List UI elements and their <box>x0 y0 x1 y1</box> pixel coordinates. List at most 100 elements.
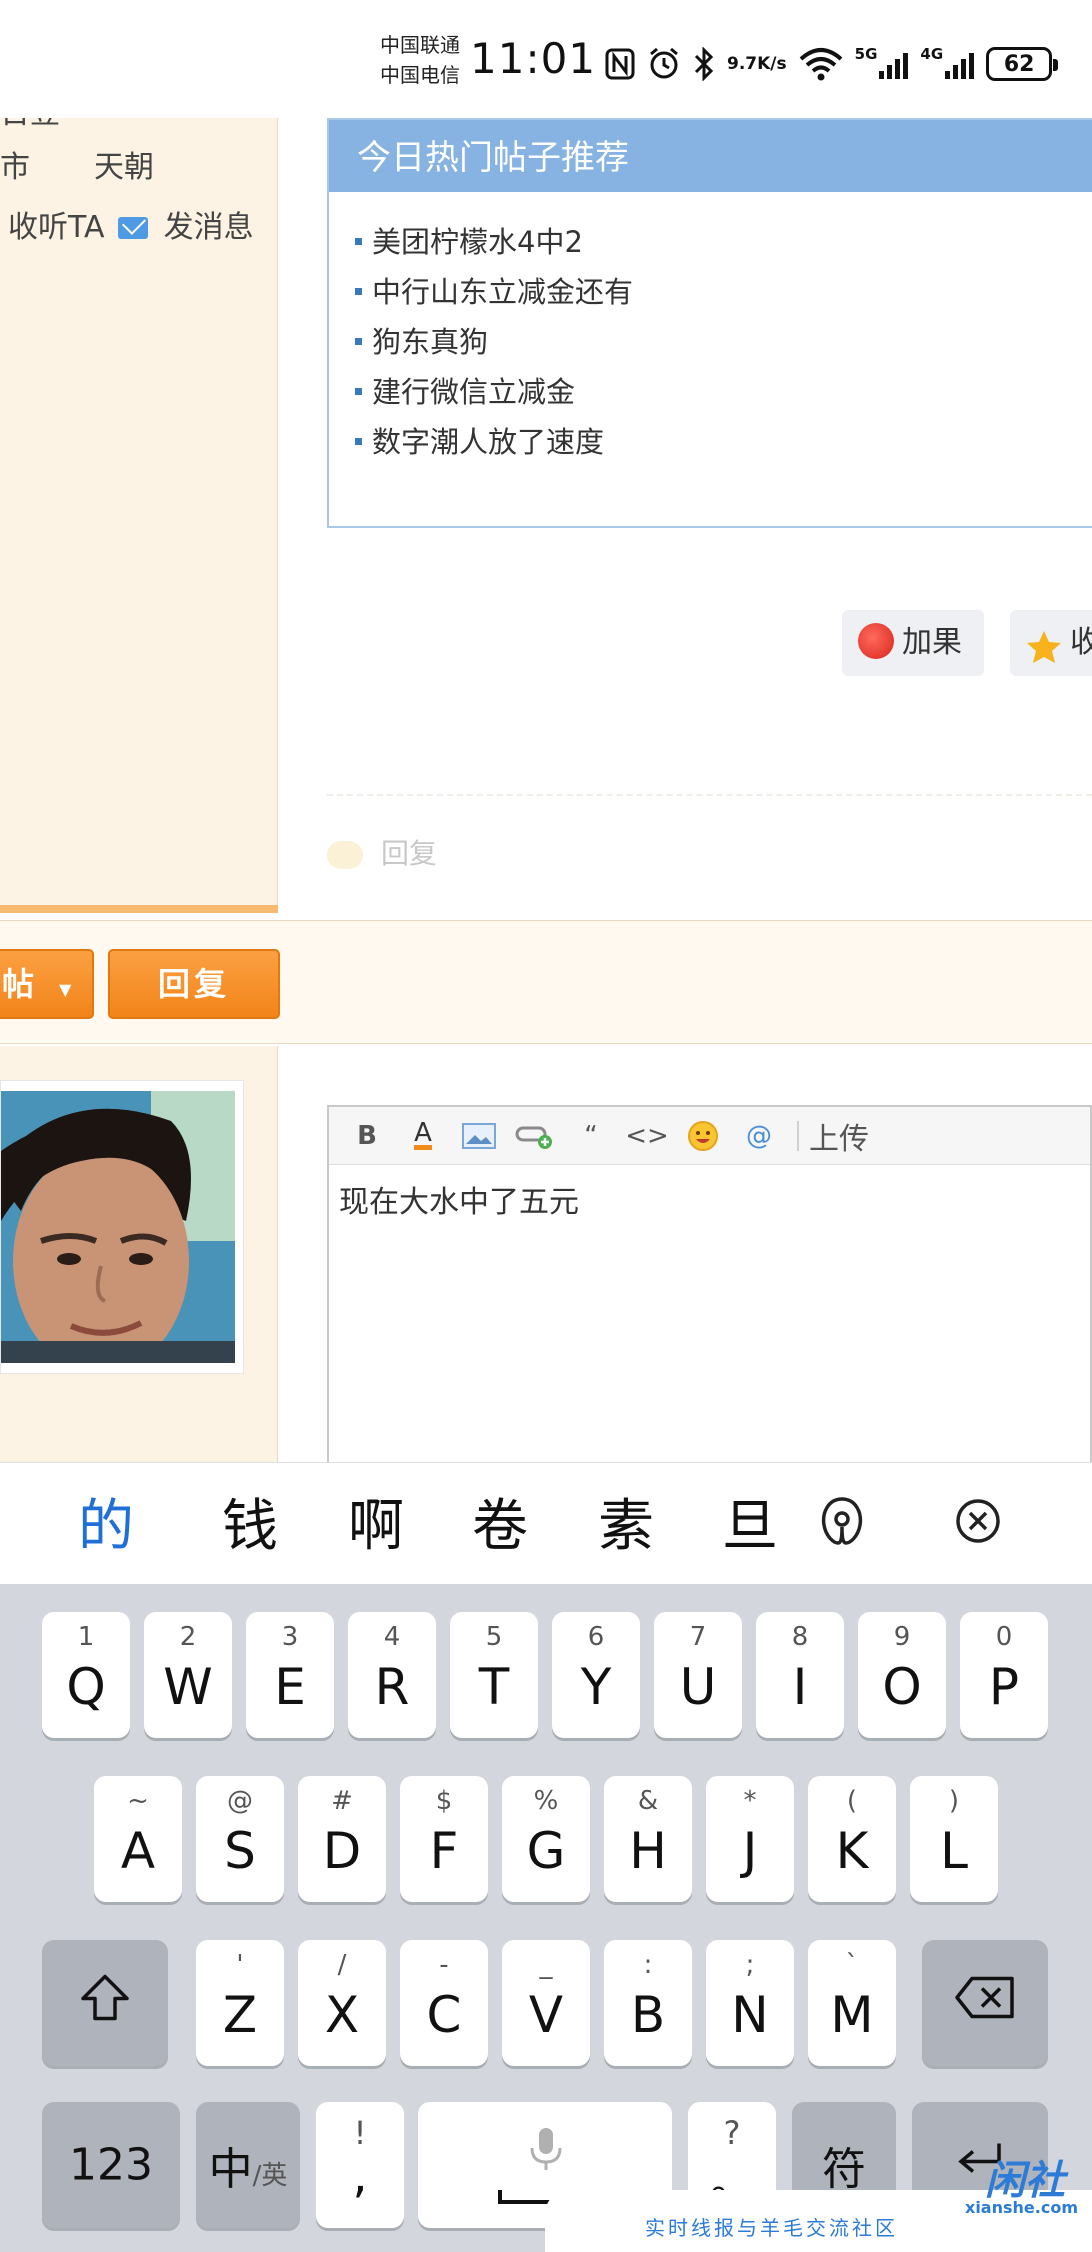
favorite-button[interactable]: 收 <box>1010 610 1092 676</box>
key-main-label: W <box>163 1658 213 1716</box>
candidate-word[interactable]: 钱 <box>222 1481 278 1562</box>
key-v[interactable]: _ V <box>502 1940 590 2066</box>
profile-actions: 收听TA 发消息 <box>8 202 254 246</box>
net-speed-value: 9.7 <box>727 53 758 74</box>
key-sub-label: 1 <box>77 1622 95 1652</box>
hot-post-item[interactable]: 建行微信立减金 <box>355 370 1092 420</box>
key-q[interactable]: 1Q <box>42 1612 130 1738</box>
hot-post-item[interactable]: 中行山东立减金还有 <box>355 270 1092 320</box>
quote-icon[interactable]: “ <box>563 1107 619 1165</box>
reply-bubble-icon <box>327 841 363 869</box>
bold-icon[interactable]: B <box>339 1107 395 1165</box>
profile-row1-label: 日豆 <box>0 118 60 131</box>
candidate-word[interactable]: 素 <box>598 1481 654 1562</box>
key-b[interactable]: :B <box>604 1940 692 2066</box>
language-switch-key[interactable]: 中/英 <box>196 2102 300 2228</box>
microphone-icon <box>526 2126 566 2180</box>
symbols-key-label: 符 <box>822 2144 866 2195</box>
key-c[interactable]: -C <box>400 1940 488 2066</box>
favorite-label: 收 <box>1070 625 1092 660</box>
new-post-label: 帖 <box>2 965 39 1003</box>
hot-post-item[interactable]: 美团柠檬水4中2 <box>355 220 1092 270</box>
key-main-label: D <box>322 1822 362 1880</box>
key-sub-label: ~ <box>127 1786 149 1816</box>
key-main-label: F <box>429 1822 459 1880</box>
upload-button[interactable]: 上传 <box>809 1114 869 1158</box>
key-o[interactable]: 9O <box>858 1612 946 1738</box>
backspace-key[interactable] <box>922 1940 1048 2066</box>
key-sub-label: - <box>439 1950 449 1980</box>
handwriting-icon[interactable] <box>814 1493 870 1549</box>
key-x[interactable]: / X <box>298 1940 386 2066</box>
key-u[interactable]: 7U <box>654 1612 742 1738</box>
reply-button[interactable]: 回复 <box>108 949 280 1019</box>
key-d[interactable]: # D <box>298 1776 386 1902</box>
key-w[interactable]: 2W <box>144 1612 232 1738</box>
text-color-icon[interactable]: A <box>395 1107 451 1165</box>
key-sub-label: ' <box>236 1950 244 1980</box>
profile-row1-value: 2023-7-27 <box>94 118 249 123</box>
key-main-label: Z <box>222 1986 258 2044</box>
key-sub-label: * <box>743 1786 757 1816</box>
key-l[interactable]: ) L <box>910 1776 998 1902</box>
key-s[interactable]: @ S <box>196 1776 284 1902</box>
send-message-link[interactable]: 发消息 <box>164 210 254 245</box>
key-h[interactable]: & H <box>604 1776 692 1902</box>
sidebar-divider <box>0 905 278 913</box>
post-action-bar: 帖 ▼ 回复 <box>0 920 1092 1044</box>
add-fruit-button[interactable]: 加果 <box>842 610 984 676</box>
follow-link[interactable]: 收听TA <box>8 210 105 245</box>
key-sub-label: 2 <box>179 1622 197 1652</box>
image-icon[interactable] <box>451 1107 507 1165</box>
key-main-label: O <box>882 1658 922 1716</box>
code-icon[interactable]: <> <box>619 1107 675 1165</box>
reply-link[interactable]: 回复 <box>327 832 437 872</box>
key-g[interactable]: % G <box>502 1776 590 1902</box>
key-t[interactable]: 5T <box>450 1612 538 1738</box>
emoji-icon[interactable] <box>675 1107 731 1165</box>
key-k[interactable]: (K <box>808 1776 896 1902</box>
comma-key[interactable]: ! , <box>316 2102 404 2228</box>
new-post-button[interactable]: 帖 ▼ <box>0 949 94 1019</box>
candidate-word[interactable]: 啊 <box>348 1481 404 1562</box>
numbers-key[interactable]: 123 <box>42 2102 180 2228</box>
net-2-label: 4G <box>920 45 944 63</box>
wifi-icon <box>799 47 843 81</box>
key-m[interactable]: ` M <box>808 1940 896 2066</box>
hot-post-item[interactable]: 数字潮人放了速度 <box>355 420 1092 470</box>
watermark-slogan: 实时线报与羊毛交流社区 <box>645 2216 898 2240</box>
key-n[interactable]: ; N <box>706 1940 794 2066</box>
clock: 11:01 <box>470 34 597 83</box>
reply-textarea[interactable]: 现在大水中了五元 <box>329 1165 1090 1233</box>
candidate-word[interactable]: 旦 <box>722 1481 778 1562</box>
shift-key[interactable] <box>42 1940 168 2066</box>
key-f[interactable]: $ F <box>400 1776 488 1902</box>
carrier-2: 中国电信 <box>380 63 460 87</box>
link-icon[interactable] <box>507 1107 563 1165</box>
key-a[interactable]: ~ A <box>94 1776 182 1902</box>
key-e[interactable]: 3E <box>246 1612 334 1738</box>
reply-editor: B A “ <> @ 上传 现在大水中了五元 <box>327 1105 1092 1462</box>
key-j[interactable]: * J <box>706 1776 794 1902</box>
key-sub-label: 5 <box>485 1622 503 1652</box>
key-sub-label: ( <box>846 1786 858 1816</box>
key-z[interactable]: ' Z <box>196 1940 284 2066</box>
forum-page: 日豆 2023-7-27 市 天朝 收听TA 发消息 今日热门帖子推荐 美团柠檬… <box>0 118 1092 1462</box>
key-i[interactable]: 8I <box>756 1612 844 1738</box>
key-main-label: P <box>988 1658 1020 1716</box>
candidate-word[interactable]: 的 <box>78 1481 134 1562</box>
key-main-label: L <box>940 1822 968 1880</box>
key-main-label: S <box>224 1822 256 1880</box>
hot-post-item[interactable]: 狗东真狗 <box>355 320 1092 370</box>
key-y[interactable]: 6Y <box>552 1612 640 1738</box>
key-r[interactable]: 4R <box>348 1612 436 1738</box>
key-main-label: R <box>374 1658 410 1716</box>
nfc-icon <box>605 48 635 80</box>
at-icon[interactable]: @ <box>731 1107 787 1165</box>
key-main-label: C <box>426 1986 462 2044</box>
key-p[interactable]: 0P <box>960 1612 1048 1738</box>
candidate-word[interactable]: 卷 <box>472 1481 528 1562</box>
close-keyboard-icon[interactable] <box>950 1493 1006 1549</box>
key-main-label: U <box>679 1658 717 1716</box>
key-sub-label: 9 <box>893 1622 911 1652</box>
